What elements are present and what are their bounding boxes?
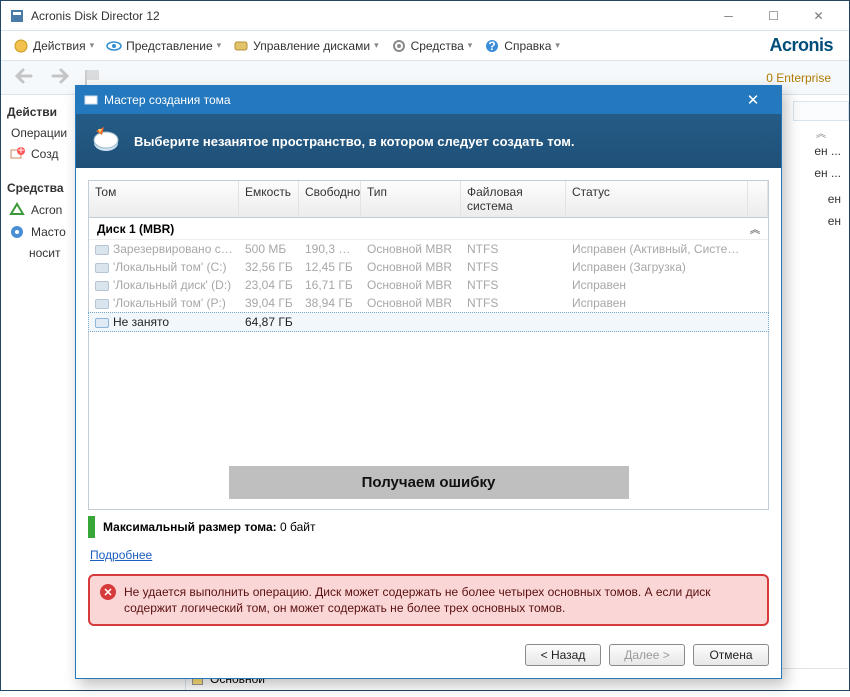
- menu-tools[interactable]: Средства▾: [385, 34, 479, 58]
- next-button: Далее >: [609, 644, 685, 666]
- recycle-icon: [9, 202, 25, 218]
- dialog-title: Мастер создания тома: [104, 93, 231, 107]
- create-icon: +: [9, 146, 25, 162]
- disk-icon: [90, 125, 122, 157]
- dialog-create-volume: Мастер создания тома ✕ Выберите незанято…: [75, 85, 782, 679]
- maximize-button[interactable]: ☐: [751, 2, 796, 30]
- close-button[interactable]: ✕: [796, 2, 841, 30]
- window-title: Acronis Disk Director 12: [31, 9, 706, 23]
- table-row: 'Локальный диск' (D:)23,04 ГБ16,71 ГБОсн…: [89, 276, 768, 294]
- error-text: Не удается выполнить операцию. Диск може…: [124, 584, 757, 616]
- back-button[interactable]: < Назад: [525, 644, 601, 666]
- media-icon: [9, 224, 25, 240]
- dialog-close-button[interactable]: ✕: [733, 91, 773, 109]
- table-group[interactable]: Диск 1 (MBR)︽: [89, 218, 768, 240]
- max-size-info: Максимальный размер тома: 0 байт: [88, 516, 769, 538]
- menu-help[interactable]: ?Справка▾: [478, 34, 566, 58]
- app-icon: [9, 8, 25, 24]
- menu-actions[interactable]: Действия▾: [7, 34, 100, 58]
- brand-logo: Acronis: [769, 35, 843, 56]
- table-header: ТомЕмкостьСвободно ТипФайловая системаСт…: [89, 181, 768, 218]
- menu-view[interactable]: Представление▾: [100, 34, 227, 58]
- titlebar: Acronis Disk Director 12 ─ ☐ ✕: [1, 1, 849, 31]
- menu-disk-mgmt[interactable]: Управление дисками▾: [227, 34, 384, 58]
- error-icon: ✕: [100, 584, 116, 600]
- svg-text:+: +: [17, 146, 24, 157]
- collapse-icon[interactable]: ︽: [750, 221, 760, 236]
- menubar: Действия▾ Представление▾ Управление диск…: [1, 31, 849, 61]
- error-banner: Получаем ошибку: [229, 466, 629, 499]
- svg-text:?: ?: [489, 39, 496, 53]
- minimize-button[interactable]: ─: [706, 2, 751, 30]
- right-fragment: ︽ ен ... ен ... ен ен: [793, 95, 849, 238]
- volume-table: ТомЕмкостьСвободно ТипФайловая системаСт…: [88, 180, 769, 510]
- toolbar-right-text: 0 Enterprise: [766, 71, 831, 85]
- undo-icon[interactable]: [13, 66, 37, 90]
- redo-icon[interactable]: [47, 66, 71, 90]
- dialog-heading: Выберите незанятое пространство, в котор…: [134, 134, 574, 149]
- cancel-button[interactable]: Отмена: [693, 644, 769, 666]
- table-row: 'Локальный том' (P:)39,04 ГБ38,94 ГБОсно…: [89, 294, 768, 312]
- table-row: 'Локальный том' (C:)32,56 ГБ12,45 ГБОсно…: [89, 258, 768, 276]
- error-box: ✕ Не удается выполнить операцию. Диск мо…: [88, 574, 769, 626]
- table-row-selected[interactable]: Не занято64,87 ГБ: [88, 312, 769, 332]
- dialog-titlebar: Мастер создания тома ✕: [76, 86, 781, 114]
- dialog-icon: [84, 93, 98, 107]
- details-link[interactable]: Подробнее: [90, 548, 152, 562]
- table-row: Зарезервировано сис...500 МБ190,3 МБОсно…: [89, 240, 768, 258]
- green-bar-icon: [88, 516, 95, 538]
- dialog-header: Выберите незанятое пространство, в котор…: [76, 114, 781, 168]
